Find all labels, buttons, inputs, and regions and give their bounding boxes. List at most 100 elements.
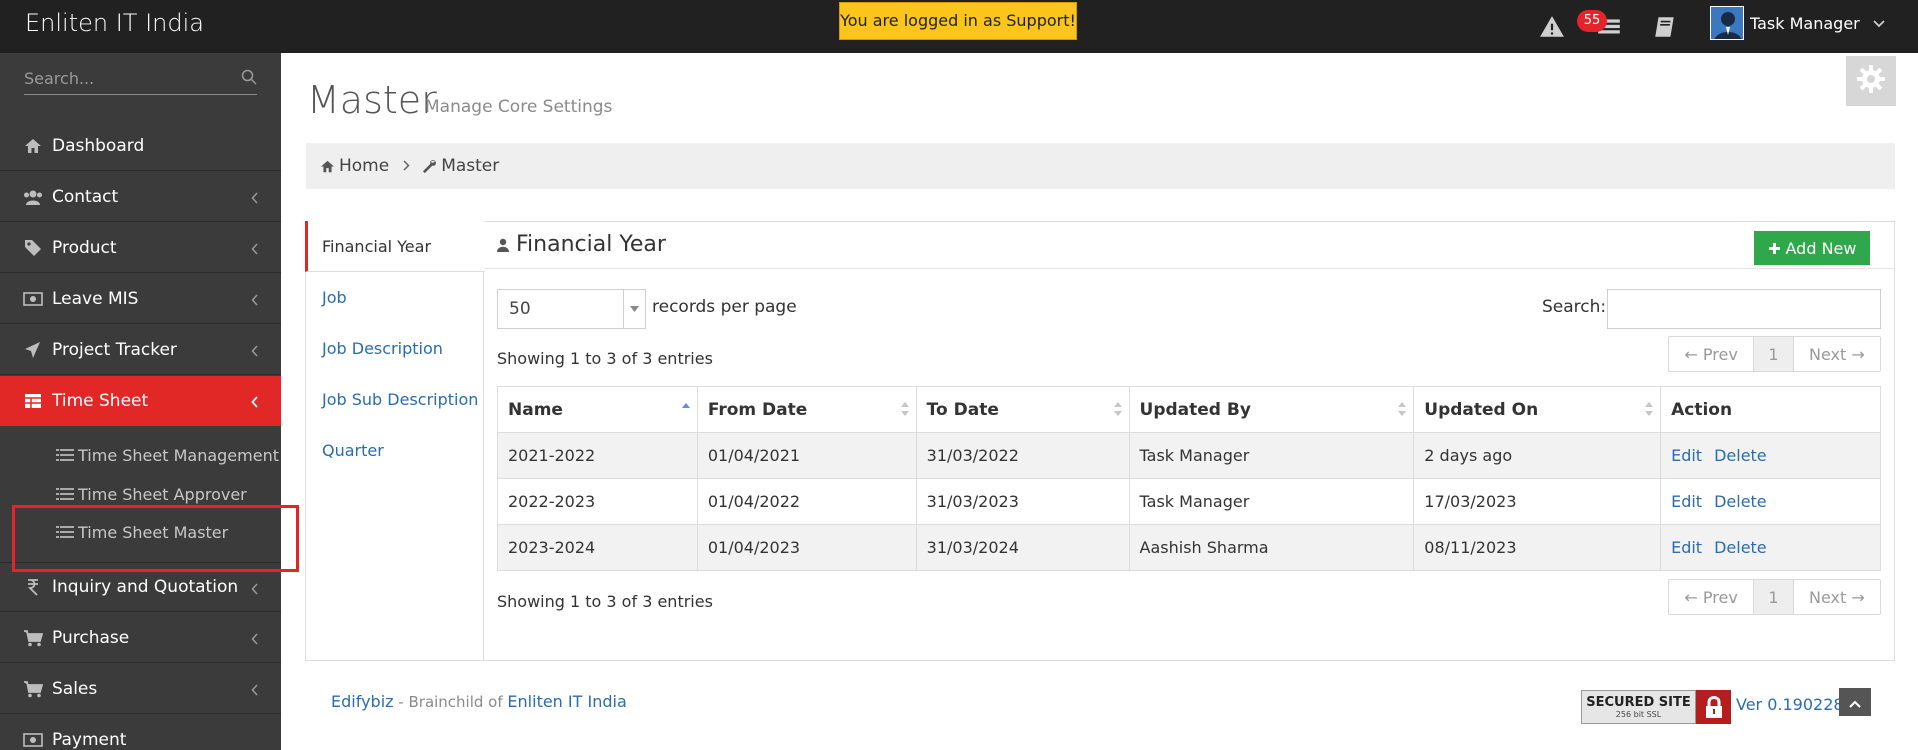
home-icon: [320, 160, 335, 173]
sidebar-item-dashboard[interactable]: Dashboard: [0, 121, 281, 171]
sidebar-item-label: Project Tracker: [52, 339, 177, 360]
users-icon: [22, 186, 44, 208]
table-search-label: Search:: [1542, 297, 1607, 317]
money-icon: [22, 729, 44, 750]
chevron-left-icon: [251, 681, 259, 701]
sidebar-item-purchase[interactable]: Purchase: [0, 613, 281, 663]
chevron-left-icon: [251, 240, 259, 260]
sidebar-item-contact[interactable]: Contact: [0, 172, 281, 222]
sidebar-item-time-sheet[interactable]: Time Sheet: [0, 376, 281, 426]
list-icon: [56, 487, 74, 501]
table-row: 2023-2024 01/04/2023 31/03/2024 Aashish …: [497, 524, 1881, 571]
edit-link[interactable]: Edit: [1671, 538, 1702, 557]
table-row: 2021-2022 01/04/2021 31/03/2022 Task Man…: [497, 432, 1881, 479]
column-header-updated-by[interactable]: Updated By: [1128, 386, 1415, 433]
prev-page-button[interactable]: ← Prev: [1669, 337, 1755, 371]
breadcrumb: Home Master: [306, 143, 1895, 189]
warning-icon[interactable]: [1539, 14, 1565, 40]
chevron-left-icon: [251, 580, 259, 600]
chevron-left-icon: [251, 630, 259, 650]
tab-job-sub-description[interactable]: Job Sub Description: [305, 374, 485, 425]
breadcrumb-home-link[interactable]: Home: [339, 156, 389, 176]
brand-name[interactable]: Enliten IT India: [25, 9, 204, 37]
cell-to-date: 31/03/2022: [915, 432, 1130, 479]
footer-company-link[interactable]: Enliten IT India: [507, 692, 626, 711]
tab-financial-year[interactable]: Financial Year: [305, 221, 485, 272]
table-info-top: Showing 1 to 3 of 3 entries: [497, 349, 713, 368]
next-page-button[interactable]: Next →: [1794, 580, 1880, 614]
sidebar-subitem-time-sheet-management[interactable]: Time Sheet Management: [56, 440, 279, 470]
sidebar-item-product[interactable]: Product: [0, 223, 281, 273]
table-info-bottom: Showing 1 to 3 of 3 entries: [497, 592, 713, 611]
ssl-badge-text: SECURED SITE 256 bit SSL: [1581, 690, 1696, 724]
sidebar-item-label: Sales: [52, 678, 98, 699]
cell-action: Edit Delete: [1660, 478, 1881, 525]
sidebar-search-input[interactable]: [24, 69, 241, 88]
cell-name: 2021-2022: [497, 432, 698, 479]
column-header-from-date[interactable]: From Date: [696, 386, 917, 433]
sidebar-item-project-tracker[interactable]: Project Tracker: [0, 325, 281, 375]
edit-link[interactable]: Edit: [1671, 492, 1702, 511]
sidebar-item-label: Leave MIS: [52, 288, 139, 309]
tag-icon: [22, 237, 44, 259]
sidebar-item-label: Product: [52, 237, 117, 258]
table-search-input[interactable]: [1607, 289, 1881, 329]
column-header-action: Action: [1660, 386, 1881, 433]
user-menu[interactable]: Task Manager: [1710, 6, 1886, 40]
chevron-left-icon: [251, 189, 259, 209]
footer-product-link[interactable]: Edifybiz: [331, 692, 394, 711]
chevron-up-icon: [1848, 693, 1862, 712]
sort-icon: [900, 401, 910, 422]
sidebar-subitem-label: Time Sheet Approver: [78, 484, 247, 504]
delete-link[interactable]: Delete: [1714, 492, 1767, 511]
pagination-top: ← Prev 1 Next →: [1668, 336, 1881, 372]
lock-icon: [1696, 690, 1731, 724]
sidebar-item-payment[interactable]: Payment: [0, 715, 281, 750]
tab-job-description[interactable]: Job Description: [305, 323, 485, 374]
sort-asc-icon: [681, 401, 691, 421]
settings-button[interactable]: [1846, 56, 1896, 106]
search-icon[interactable]: [241, 69, 257, 89]
section-divider: [484, 268, 1894, 269]
tab-quarter[interactable]: Quarter: [305, 425, 485, 476]
sidebar-item-label: Contact: [52, 186, 119, 207]
highlight-annotation-box: [12, 505, 299, 572]
delete-link[interactable]: Delete: [1714, 446, 1767, 465]
next-page-button[interactable]: Next →: [1794, 337, 1880, 371]
page-length-select[interactable]: 50: [497, 289, 646, 329]
ssl-main-text: SECURED SITE: [1586, 694, 1691, 710]
sort-icon: [1644, 401, 1654, 422]
notification-count-badge[interactable]: 55: [1577, 10, 1607, 32]
delete-link[interactable]: Delete: [1714, 538, 1767, 557]
footer-text: - Brainchild of: [393, 693, 508, 711]
edit-link[interactable]: Edit: [1671, 446, 1702, 465]
book-icon[interactable]: [1652, 14, 1678, 40]
plane-icon: [22, 339, 44, 361]
plus-icon: [1768, 242, 1781, 255]
prev-page-button[interactable]: ← Prev: [1669, 580, 1755, 614]
page-subtitle: Manage Core Settings: [425, 97, 613, 117]
tab-job[interactable]: Job: [305, 272, 485, 323]
add-new-button[interactable]: Add New: [1754, 231, 1870, 265]
chevron-left-icon: [251, 291, 259, 311]
column-header-to-date[interactable]: To Date: [915, 386, 1130, 433]
sidebar-item-leave-mis[interactable]: Leave MIS: [0, 274, 281, 324]
gear-icon: [1855, 63, 1887, 99]
table-icon: [22, 390, 44, 412]
cell-to-date: 31/03/2024: [915, 524, 1130, 571]
column-header-updated-on[interactable]: Updated On: [1413, 386, 1662, 433]
cell-name: 2022-2023: [497, 478, 698, 525]
sidebar-item-label: Inquiry and Quotation: [52, 577, 239, 597]
page-number-button[interactable]: 1: [1754, 580, 1794, 614]
home-icon: [22, 135, 44, 157]
page-number-button[interactable]: 1: [1754, 337, 1794, 371]
column-header-name[interactable]: Name: [497, 386, 698, 433]
page-title: Master: [307, 78, 437, 122]
wrench-icon: [422, 159, 437, 174]
sort-icon: [1397, 401, 1407, 422]
scroll-to-top-button[interactable]: [1839, 688, 1871, 716]
cart-icon: [22, 627, 44, 649]
top-bar: Enliten IT India You are logged in as Su…: [0, 0, 1918, 53]
sidebar-item-label: Dashboard: [52, 135, 145, 156]
sidebar-item-sales[interactable]: Sales: [0, 664, 281, 714]
